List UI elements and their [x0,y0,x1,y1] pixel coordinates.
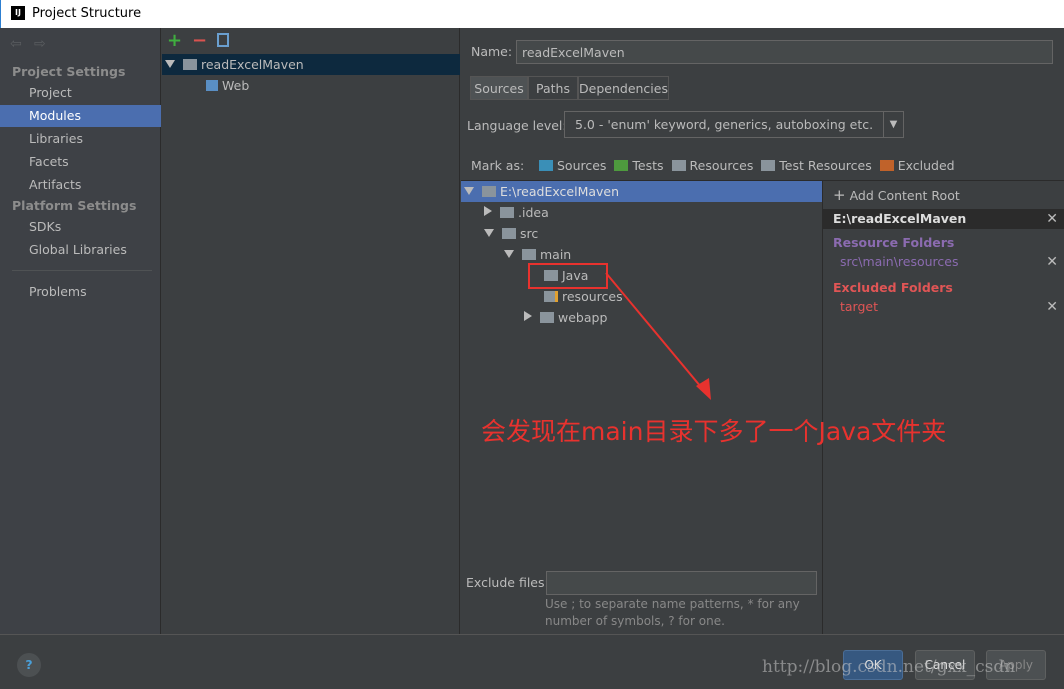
tree-item-webapp[interactable]: webapp [524,307,607,328]
window-title: Project Structure [32,6,142,21]
annotation-arrow [605,272,711,400]
mark-test-resources[interactable]: Test Resources [761,158,872,173]
divider [12,270,152,271]
back-icon[interactable]: ⇦ [10,36,22,52]
sidebar-item-problems[interactable]: Problems [0,281,161,303]
exclude-files-input[interactable] [546,571,817,595]
sources-folder-icon [539,160,553,171]
resource-folder-item: src\main\resources ✕ [840,254,1058,270]
minus-icon[interactable]: − [192,30,207,51]
web-facet-icon [206,80,218,91]
chevron-down-icon[interactable]: ▼ [883,112,903,137]
folder-icon [522,249,536,260]
resource-folders-header: Resource Folders [833,235,955,250]
project-settings-header: Project Settings [12,64,126,79]
title-bar: IJ Project Structure [0,0,1064,28]
plus-icon[interactable]: + [167,30,182,51]
add-content-root[interactable]: + Add Content Root [833,186,1063,204]
forward-icon[interactable]: ⇨ [34,36,46,52]
expand-icon[interactable] [484,206,492,216]
annotation-text: 会发现在main目录下多了一个Java文件夹 [481,417,947,446]
excluded-folder-item: target ✕ [840,299,1058,315]
sidebar-item-libraries[interactable]: Libraries [0,128,161,150]
exclude-hint-2: number of symbols, ? for one. [545,614,725,628]
tab-paths[interactable]: Paths [528,76,578,100]
watermark: http://blog.csdn.net/gxx_csdn [762,657,1016,677]
modules-panel: + − readExcelMaven Web [162,28,460,634]
name-input[interactable] [516,40,1053,64]
expand-icon[interactable] [165,60,175,68]
plus-icon: + [833,186,846,204]
sidebar-item-global-libraries[interactable]: Global Libraries [0,239,161,261]
divider [0,634,1064,635]
tab-dependencies[interactable]: Dependencies [578,76,669,100]
mark-as-bar: Sources Tests Resources Test Resources E… [539,158,955,173]
close-icon[interactable]: ✕ [1046,254,1058,270]
name-label: Name: [471,44,513,59]
mark-excluded[interactable]: Excluded [879,158,955,173]
copy-icon[interactable] [217,33,229,47]
expand-icon[interactable] [524,311,532,321]
sidebar-item-modules[interactable]: Modules [0,105,161,127]
content-root-header: E:\readExcelMaven ✕ [823,209,1064,229]
expand-icon[interactable] [464,187,474,195]
folder-icon [482,186,496,197]
expand-icon[interactable] [484,229,494,237]
excluded-folders-header: Excluded Folders [833,280,953,295]
mark-sources[interactable]: Sources [539,158,606,173]
help-icon[interactable]: ? [17,653,41,677]
sidebar-item-facets[interactable]: Facets [0,151,161,173]
exclude-hint-1: Use ; to separate name patterns, * for a… [545,597,800,611]
close-icon[interactable]: ✕ [1046,209,1058,229]
divider [822,181,823,634]
sidebar: ⇦ ⇨ Project Settings Project Modules Lib… [0,28,161,634]
test-resources-folder-icon [761,160,776,171]
folder-icon [502,228,516,239]
sidebar-item-sdks[interactable]: SDKs [0,216,161,238]
sidebar-item-project[interactable]: Project [0,82,161,104]
folder-icon [500,207,514,218]
app-logo: IJ [11,6,25,20]
module-settings: Name: Sources Paths Dependencies Languag… [461,28,1064,634]
tab-sources[interactable]: Sources [470,76,528,100]
expand-icon[interactable] [504,250,514,258]
tree-root[interactable]: E:\readExcelMaven [461,181,822,202]
platform-settings-header: Platform Settings [12,198,137,213]
language-level-label: Language level: [467,118,567,133]
tree-item-idea[interactable]: .idea [484,202,549,223]
module-folder-icon [183,59,197,70]
sidebar-item-artifacts[interactable]: Artifacts [0,174,161,196]
tree-item-web[interactable]: Web [206,75,249,96]
tree-item-src[interactable]: src [484,223,538,244]
excluded-folder-icon [879,160,894,171]
resources-folder-icon [544,291,558,302]
language-level-select[interactable]: 5.0 - 'enum' keyword, generics, autoboxi… [564,111,904,138]
mark-tests[interactable]: Tests [614,158,664,173]
mark-resources[interactable]: Resources [671,158,753,173]
mark-as-label: Mark as: [471,158,525,173]
close-icon[interactable]: ✕ [1046,299,1058,315]
tree-item-main[interactable]: main [504,244,571,265]
tests-folder-icon [614,160,629,171]
folder-icon [540,312,554,323]
exclude-files-label: Exclude files: [466,575,549,590]
tree-item-module[interactable]: readExcelMaven [162,54,460,75]
resources-folder-icon [671,160,686,171]
